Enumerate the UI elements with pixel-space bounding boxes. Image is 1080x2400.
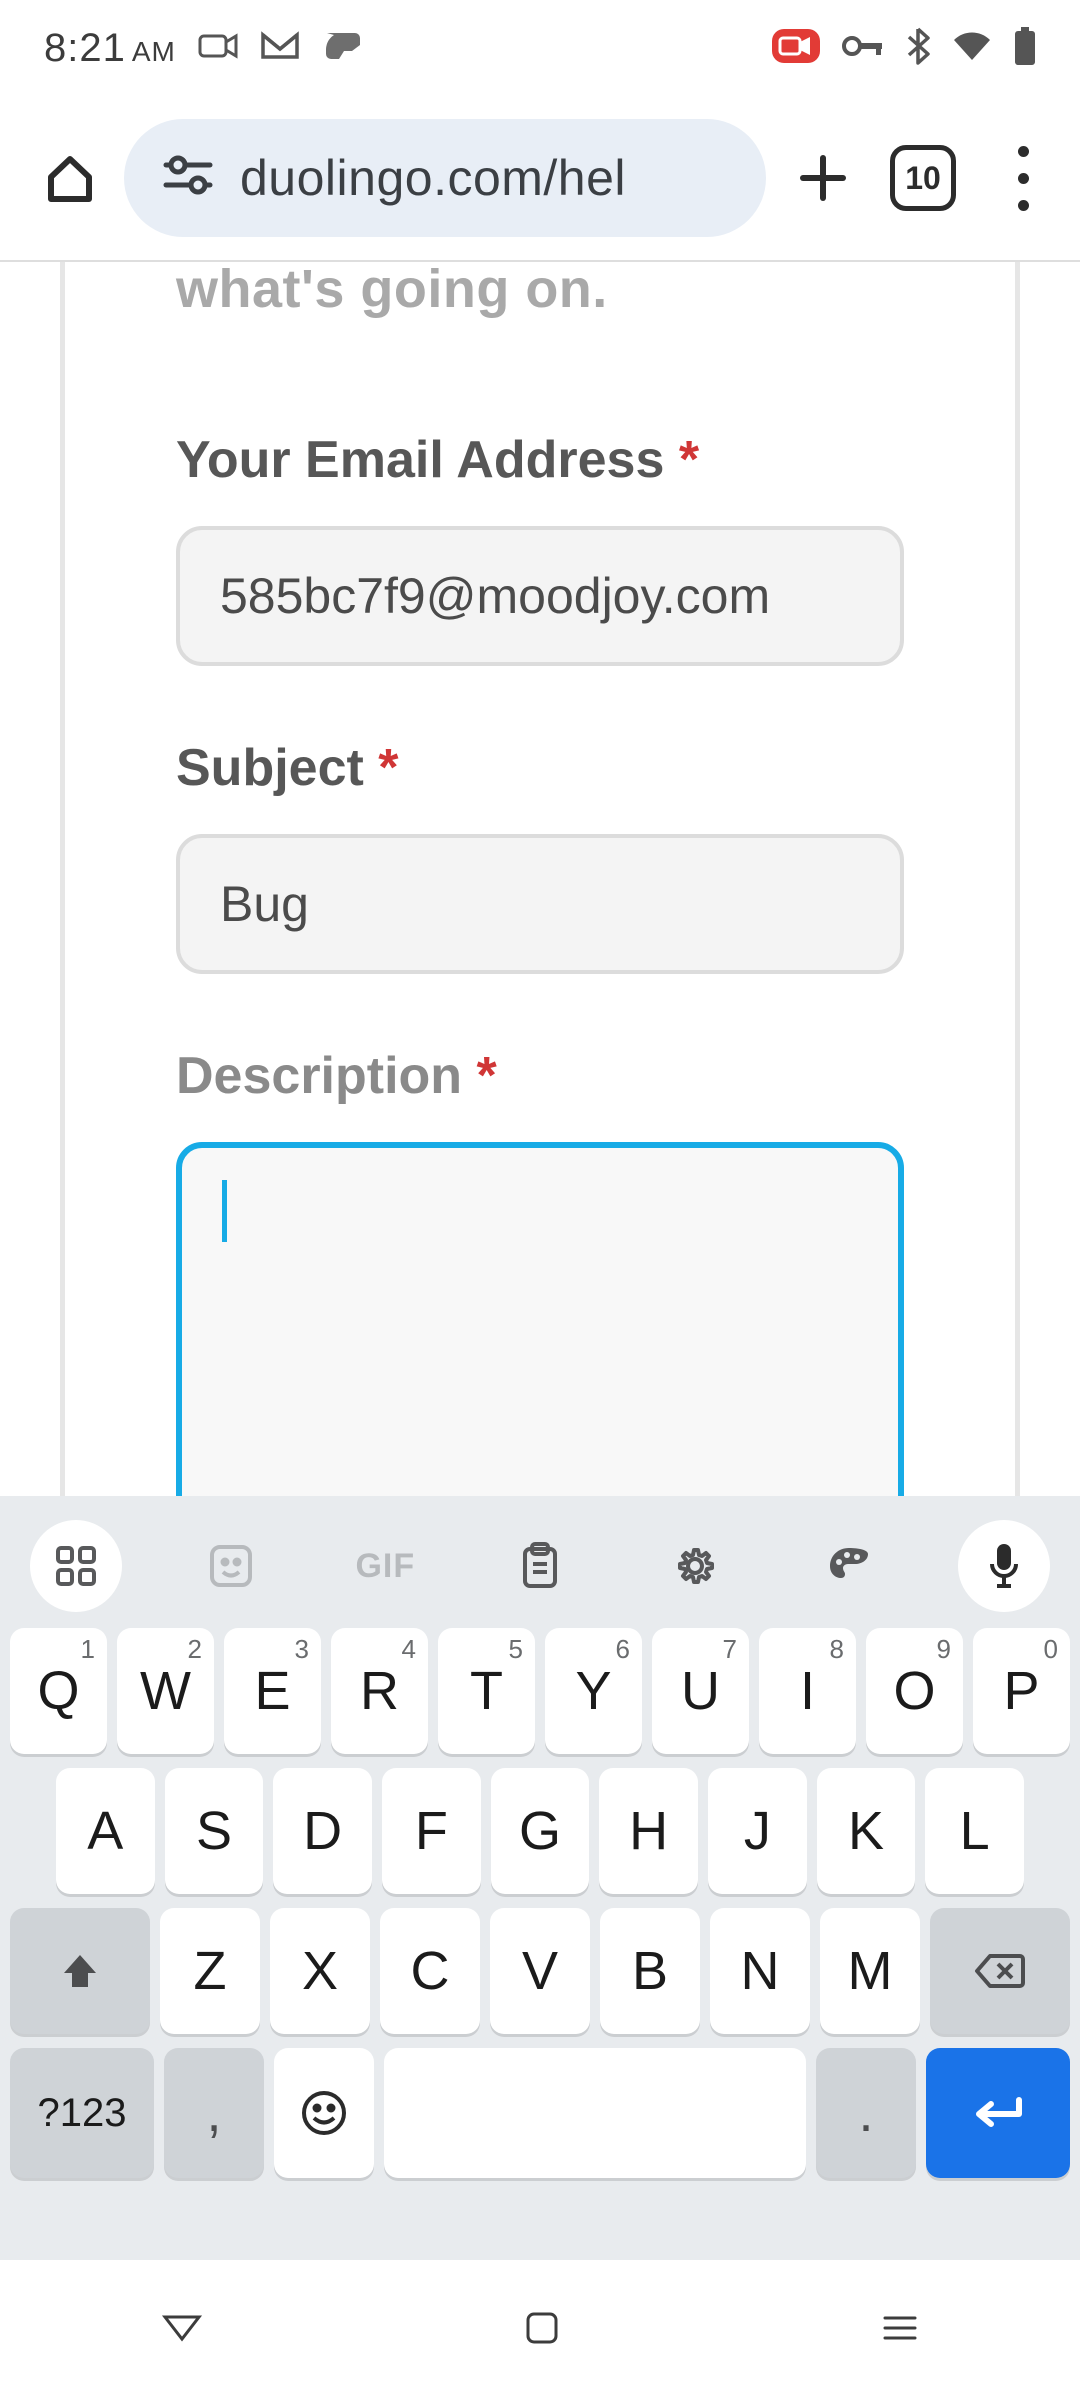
wifi-icon: [952, 30, 992, 67]
text-cursor: [222, 1180, 227, 1242]
key-r[interactable]: R4: [331, 1628, 428, 1754]
key-g[interactable]: G: [491, 1768, 590, 1894]
status-time: 8:21AM: [44, 26, 176, 71]
site-settings-icon: [162, 149, 214, 207]
key-n[interactable]: N: [710, 1908, 810, 2034]
keyboard-apps-icon[interactable]: [30, 1520, 122, 1612]
key-e[interactable]: E3: [224, 1628, 321, 1754]
url-text: duolingo.com/hel: [240, 149, 626, 207]
nav-back-icon[interactable]: [161, 2313, 203, 2348]
nav-home-icon[interactable]: [525, 2311, 559, 2350]
key-w[interactable]: W2: [117, 1628, 214, 1754]
mic-icon[interactable]: [958, 1520, 1050, 1612]
key-c[interactable]: C: [380, 1908, 480, 2034]
keyboard-toolbar: GIF: [0, 1510, 1080, 1622]
key-b[interactable]: B: [600, 1908, 700, 2034]
key-o[interactable]: O9: [866, 1628, 963, 1754]
shift-key[interactable]: [10, 1908, 150, 2034]
camera-status-icon: [198, 32, 238, 65]
tab-count: 10: [905, 160, 941, 197]
email-label: Your Email Address *: [176, 430, 904, 490]
keyboard-row-3: ZXCVBNM: [10, 1908, 1070, 2034]
key-m[interactable]: M: [820, 1908, 920, 2034]
sticker-icon[interactable]: [185, 1520, 277, 1612]
key-h[interactable]: H: [599, 1768, 698, 1894]
comma-key[interactable]: ,: [164, 2048, 264, 2178]
address-bar[interactable]: duolingo.com/hel: [124, 119, 766, 237]
battery-icon: [1014, 27, 1036, 70]
theme-icon[interactable]: [803, 1520, 895, 1612]
email-field[interactable]: 585bc7f9@moodjoy.com: [176, 526, 904, 666]
screen-record-icon: [772, 29, 820, 68]
key-p[interactable]: P0: [973, 1628, 1070, 1754]
system-nav-bar: [0, 2260, 1080, 2400]
settings-icon[interactable]: [649, 1520, 741, 1612]
bluetooth-icon: [906, 27, 930, 70]
keyboard-row-1: Q1W2E3R4T5Y6U7I8O9P0: [10, 1628, 1070, 1754]
space-key[interactable]: [384, 2048, 806, 2178]
gmail-status-icon: [260, 31, 300, 66]
key-a[interactable]: A: [56, 1768, 155, 1894]
key-t[interactable]: T5: [438, 1628, 535, 1754]
key-k[interactable]: K: [817, 1768, 916, 1894]
period-key[interactable]: .: [816, 2048, 916, 2178]
enter-key[interactable]: [926, 2048, 1070, 2178]
description-label: Description *: [176, 1046, 904, 1106]
home-button[interactable]: [30, 138, 110, 218]
new-tab-button[interactable]: [780, 135, 866, 221]
emoji-key[interactable]: [274, 2048, 374, 2178]
keyboard-row-2: ASDFGHJKL: [10, 1768, 1070, 1894]
gif-button[interactable]: GIF: [339, 1520, 431, 1612]
vpn-key-icon: [842, 34, 884, 63]
subject-field[interactable]: Bug: [176, 834, 904, 974]
cast-status-icon: [322, 31, 362, 66]
browser-menu-button[interactable]: [980, 135, 1066, 221]
key-v[interactable]: V: [490, 1908, 590, 2034]
help-form: what's going on. Your Email Address * 58…: [176, 262, 904, 1696]
subject-label: Subject *: [176, 738, 904, 798]
key-l[interactable]: L: [925, 1768, 1024, 1894]
intro-fragment: what's going on.: [176, 258, 904, 320]
key-d[interactable]: D: [273, 1768, 372, 1894]
key-i[interactable]: I8: [759, 1628, 856, 1754]
description-field[interactable]: [176, 1142, 904, 1528]
clipboard-icon[interactable]: [494, 1520, 586, 1612]
key-s[interactable]: S: [165, 1768, 264, 1894]
key-f[interactable]: F: [382, 1768, 481, 1894]
key-q[interactable]: Q1: [10, 1628, 107, 1754]
nav-recents-icon[interactable]: [881, 2313, 919, 2348]
keyboard-row-bottom: ?123 , .: [0, 2048, 1080, 2178]
browser-toolbar: duolingo.com/hel 10: [0, 96, 1080, 262]
key-x[interactable]: X: [270, 1908, 370, 2034]
key-y[interactable]: Y6: [545, 1628, 642, 1754]
key-u[interactable]: U7: [652, 1628, 749, 1754]
numeric-key[interactable]: ?123: [10, 2048, 154, 2178]
key-j[interactable]: J: [708, 1768, 807, 1894]
key-z[interactable]: Z: [160, 1908, 260, 2034]
backspace-key[interactable]: [930, 1908, 1070, 2034]
status-bar: 8:21AM: [0, 0, 1080, 96]
soft-keyboard: GIF Q1W2E3R4T5Y6U7I8O9P0 ASDFGHJKL ZXCVB…: [0, 1496, 1080, 2260]
tabs-button[interactable]: 10: [880, 135, 966, 221]
